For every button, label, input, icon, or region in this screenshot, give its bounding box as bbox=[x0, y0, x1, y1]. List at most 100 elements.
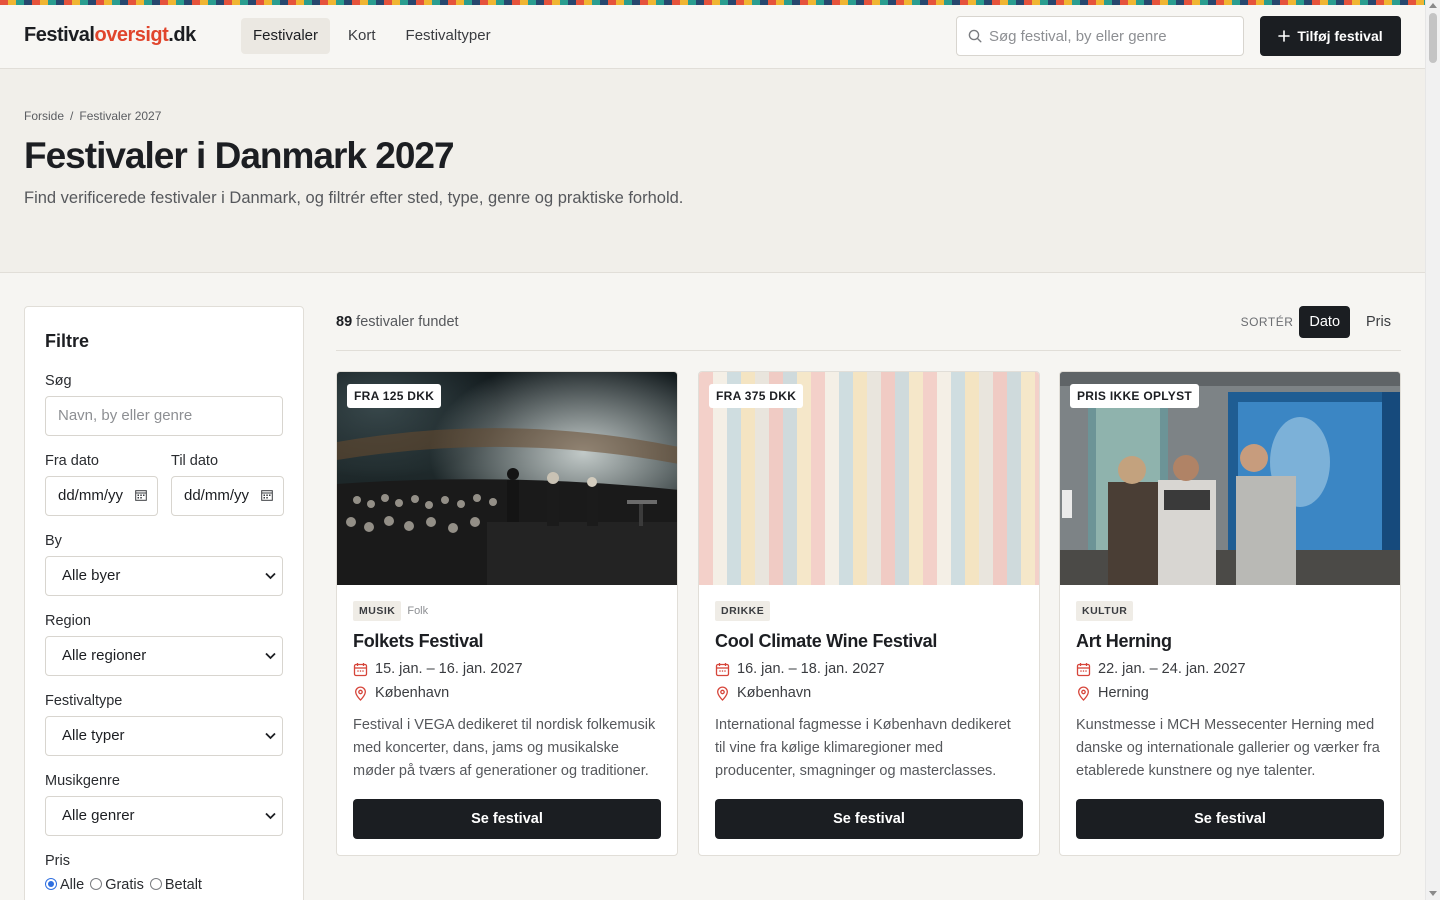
festival-title[interactable]: Art Herning bbox=[1076, 631, 1384, 652]
breadcrumb-current: Festivaler 2027 bbox=[79, 109, 162, 123]
chevron-down-icon bbox=[265, 812, 276, 820]
see-festival-button[interactable]: Se festival bbox=[715, 799, 1023, 839]
to-date-label: Til dato bbox=[171, 453, 219, 469]
results-count-label: festivaler fundet bbox=[356, 314, 459, 330]
scroll-down-icon[interactable] bbox=[1429, 891, 1437, 896]
genre-select-value: Alle genrer bbox=[62, 807, 135, 824]
card-body: DRIKKE Cool Climate Wine Festival 16. ja… bbox=[699, 585, 1039, 855]
festival-location: Herning bbox=[1076, 684, 1384, 702]
filter-search-input[interactable]: Navn, by eller genre bbox=[45, 396, 283, 436]
site-logo[interactable]: Festivaloversigt.dk bbox=[24, 24, 196, 47]
calendar-icon bbox=[715, 662, 730, 676]
scroll-up-icon[interactable] bbox=[1429, 3, 1437, 8]
region-label: Region bbox=[45, 613, 91, 629]
filters-panel: Filtre Søg Navn, by eller genre Fra dato… bbox=[24, 306, 304, 900]
see-festival-button[interactable]: Se festival bbox=[1076, 799, 1384, 839]
price-badge: FRA 125 DKK bbox=[347, 384, 442, 408]
category-tag: KULTUR bbox=[1076, 601, 1134, 621]
category-tag: MUSIK bbox=[353, 601, 402, 621]
festival-image[interactable]: FRA 125 DKK bbox=[337, 372, 677, 585]
radio-unchecked-icon[interactable] bbox=[149, 878, 162, 890]
genre-select[interactable]: Alle genrer bbox=[45, 796, 283, 836]
main-nav: Festivaler Kort Festivaltyper bbox=[241, 18, 503, 54]
festival-location: København bbox=[353, 684, 661, 702]
price-radio-group: Alle Gratis Betalt bbox=[45, 877, 202, 893]
festival-image[interactable]: PRIS IKKE OPLYST bbox=[1060, 372, 1400, 585]
price-radio-gratis[interactable]: Gratis bbox=[90, 877, 144, 893]
site-header: Festivaloversigt.dk Festivaler Kort Fest… bbox=[0, 5, 1425, 69]
breadcrumb-separator: / bbox=[70, 109, 74, 123]
logo-part-1: Festival bbox=[24, 24, 95, 46]
type-select[interactable]: Alle typer bbox=[45, 716, 283, 756]
radio-unchecked-icon[interactable] bbox=[90, 878, 103, 890]
breadcrumb-home[interactable]: Forside bbox=[24, 109, 64, 123]
to-date-input[interactable]: dd/mm/yy bbox=[171, 476, 284, 516]
nav-kort[interactable]: Kort bbox=[336, 18, 388, 54]
filters-title: Filtre bbox=[45, 331, 90, 351]
hero-section: Forside / Festivaler 2027 Festivaler i Dan… bbox=[0, 69, 1425, 273]
category-tag: DRIKKE bbox=[715, 601, 771, 621]
festival-dates-text: 15. jan. – 16. jan. 2027 bbox=[375, 661, 523, 677]
search-icon bbox=[968, 29, 982, 43]
add-festival-label: Tilføj festival bbox=[1297, 28, 1383, 44]
festival-dates-text: 22. jan. – 24. jan. 2027 bbox=[1098, 661, 1246, 677]
price-badge: PRIS IKKE OPLYST bbox=[1070, 384, 1200, 408]
page-description: Find verificerede festivaler i Danmark, … bbox=[24, 189, 684, 207]
festival-dates: 16. jan. – 18. jan. 2027 bbox=[715, 660, 1023, 678]
breadcrumb: Forside / Festivaler 2027 bbox=[24, 109, 161, 123]
nav-festivaler[interactable]: Festivaler bbox=[241, 18, 331, 54]
radio-checked-icon[interactable] bbox=[45, 878, 57, 890]
sort-by-price-button[interactable]: Pris bbox=[1356, 306, 1401, 338]
genre-tag: Folk bbox=[407, 605, 429, 617]
chevron-down-icon bbox=[265, 652, 276, 660]
add-festival-button[interactable]: Tilføj festival bbox=[1260, 16, 1401, 56]
results-count: 89 festivaler fundet bbox=[336, 314, 459, 330]
price-label: Pris bbox=[45, 853, 70, 869]
type-select-value: Alle typer bbox=[62, 727, 125, 744]
price-badge: FRA 375 DKK bbox=[709, 384, 804, 408]
to-date-placeholder: dd/mm/yy bbox=[184, 487, 250, 504]
city-label: By bbox=[45, 533, 62, 549]
festival-city: København bbox=[375, 685, 450, 701]
sort-by-date-button[interactable]: Dato bbox=[1299, 306, 1351, 338]
festival-dates: 22. jan. – 24. jan. 2027 bbox=[1076, 660, 1384, 678]
festival-title[interactable]: Folkets Festival bbox=[353, 631, 661, 652]
results-count-number: 89 bbox=[336, 314, 353, 330]
price-option-label: Alle bbox=[60, 877, 85, 893]
festival-image[interactable]: FRA 375 DKK bbox=[699, 372, 1039, 585]
festival-dates-text: 16. jan. – 18. jan. 2027 bbox=[737, 661, 885, 677]
logo-part-2: oversigt bbox=[94, 24, 169, 46]
calendar-icon[interactable] bbox=[261, 489, 273, 501]
card-tags: DRIKKE bbox=[715, 601, 1023, 621]
from-date-input[interactable]: dd/mm/yy bbox=[45, 476, 158, 516]
festival-title[interactable]: Cool Climate Wine Festival bbox=[715, 631, 1023, 652]
region-select[interactable]: Alle regioner bbox=[45, 636, 283, 676]
sort-controls: SORTÉR Dato Pris bbox=[1241, 306, 1401, 338]
filter-search-label: Søg bbox=[45, 373, 72, 389]
card-tags: KULTUR bbox=[1076, 601, 1384, 621]
calendar-icon[interactable] bbox=[135, 489, 147, 501]
card-body: KULTUR Art Herning 22. jan. – 24. jan. 2… bbox=[1060, 585, 1400, 855]
festival-dates: 15. jan. – 16. jan. 2027 bbox=[353, 660, 661, 678]
price-radio-betalt[interactable]: Betalt bbox=[149, 877, 202, 893]
sort-label: SORTÉR bbox=[1240, 315, 1294, 329]
header-search[interactable] bbox=[956, 16, 1244, 56]
price-radio-alle[interactable]: Alle bbox=[45, 877, 84, 893]
type-label: Festivaltype bbox=[45, 693, 123, 709]
page-title: Festivaler i Danmark 2027 bbox=[24, 135, 455, 176]
results-header: 89 festivaler fundet SORTÉR Dato Pris bbox=[336, 306, 1401, 351]
header-search-input[interactable] bbox=[989, 17, 1239, 55]
festival-description: Festival i VEGA dedikeret til nordisk fo… bbox=[353, 717, 656, 779]
nav-festivaltyper[interactable]: Festivaltyper bbox=[394, 18, 503, 54]
city-select[interactable]: Alle byer bbox=[45, 556, 283, 596]
page-scrollbar[interactable] bbox=[1425, 0, 1440, 900]
chevron-down-icon bbox=[265, 572, 276, 580]
festival-city: Herning bbox=[1098, 685, 1149, 701]
price-option-label: Betalt bbox=[164, 877, 202, 893]
see-festival-button[interactable]: Se festival bbox=[353, 799, 661, 839]
festival-city: København bbox=[737, 685, 812, 701]
city-select-value: Alle byer bbox=[62, 567, 121, 584]
festival-description: Kunstmesse i MCH Messecenter Herning med… bbox=[1076, 717, 1380, 779]
scrollbar-thumb[interactable] bbox=[1429, 13, 1437, 63]
calendar-icon bbox=[353, 662, 368, 676]
